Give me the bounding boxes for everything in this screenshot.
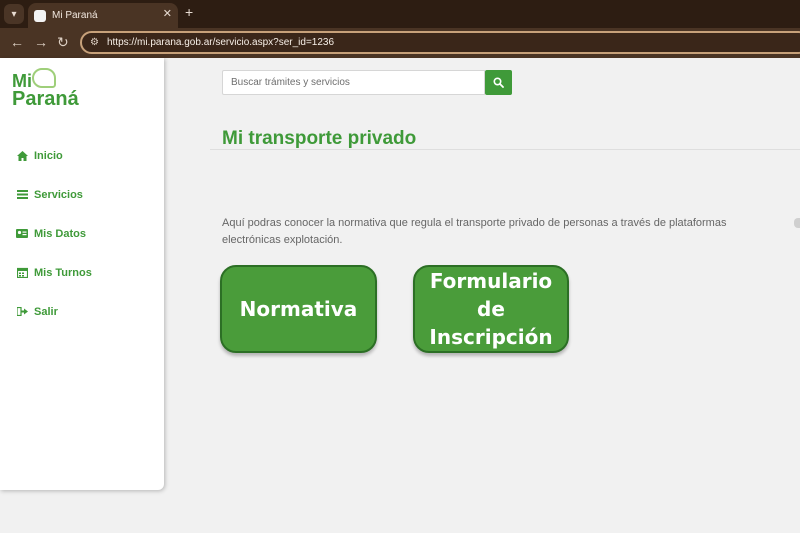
page: Mi Paraná Inicio Servicios Mis Datos Mis… bbox=[0, 58, 800, 533]
sidebar-item-label: Mis Turnos bbox=[34, 266, 92, 279]
sidebar-item-mis-turnos[interactable]: Mis Turnos bbox=[16, 253, 92, 292]
hand-icon bbox=[32, 68, 56, 88]
scroll-handle[interactable] bbox=[794, 218, 800, 228]
mi-parana-logo[interactable]: Mi Paraná bbox=[12, 68, 79, 110]
page-description: Aquí podras conocer la normativa que reg… bbox=[222, 217, 727, 246]
sidebar-item-label: Inicio bbox=[34, 149, 63, 162]
id-card-icon bbox=[16, 229, 28, 239]
favicon-icon bbox=[34, 9, 46, 22]
address-bar[interactable]: ⚙ https://mi.parana.gob.ar/servicio.aspx… bbox=[80, 31, 800, 54]
browser-tab-bar: ▾ Mi Paraná ✕ + bbox=[0, 0, 800, 28]
tab-search-button[interactable]: ▾ bbox=[4, 4, 24, 24]
sidebar-item-label: Mis Datos bbox=[34, 227, 86, 240]
sidebar-item-inicio[interactable]: Inicio bbox=[16, 136, 92, 175]
formulario-inscripcion-button[interactable]: Formulario de Inscripción bbox=[413, 265, 569, 353]
sidebar-item-label: Servicios bbox=[34, 188, 83, 201]
sidebar-item-label: Salir bbox=[34, 305, 58, 318]
sidebar-menu: Inicio Servicios Mis Datos Mis Turnos Sa… bbox=[16, 136, 92, 331]
normativa-button-label: Normativa bbox=[239, 297, 358, 321]
close-tab-icon[interactable]: ✕ bbox=[163, 7, 172, 20]
url-text[interactable]: https://mi.parana.gob.ar/servicio.aspx?s… bbox=[107, 37, 334, 48]
sidebar-item-mis-datos[interactable]: Mis Datos bbox=[16, 214, 92, 253]
back-arrow-icon[interactable]: ← bbox=[10, 34, 24, 50]
normativa-button[interactable]: Normativa bbox=[220, 265, 377, 353]
title-divider bbox=[210, 149, 800, 150]
sidebar-item-salir[interactable]: Salir bbox=[16, 292, 92, 331]
site-info-icon[interactable]: ⚙ bbox=[90, 37, 99, 48]
tab-title: Mi Paraná bbox=[52, 10, 98, 21]
forward-arrow-icon[interactable]: → bbox=[34, 34, 48, 50]
search-button[interactable] bbox=[485, 70, 512, 95]
calendar-icon bbox=[16, 267, 28, 278]
sidebar-item-servicios[interactable]: Servicios bbox=[16, 175, 92, 214]
browser-toolbar: ← → ↻ ⚙ https://mi.parana.gob.ar/servici… bbox=[0, 28, 800, 58]
browser-tab[interactable]: Mi Paraná ✕ bbox=[28, 3, 178, 28]
reload-icon[interactable]: ↻ bbox=[57, 34, 69, 51]
formulario-button-label: Formulario de Inscripción bbox=[429, 269, 553, 349]
new-tab-button[interactable]: + bbox=[185, 4, 193, 20]
home-icon bbox=[16, 150, 28, 161]
sidebar: Mi Paraná Inicio Servicios Mis Datos Mis… bbox=[0, 58, 164, 490]
list-icon bbox=[16, 190, 28, 200]
page-title: Mi transporte privado bbox=[222, 128, 417, 149]
logo-line-2: Paraná bbox=[12, 88, 79, 110]
sign-out-icon bbox=[16, 307, 28, 317]
search-icon bbox=[493, 77, 504, 88]
search-input[interactable] bbox=[222, 70, 485, 95]
